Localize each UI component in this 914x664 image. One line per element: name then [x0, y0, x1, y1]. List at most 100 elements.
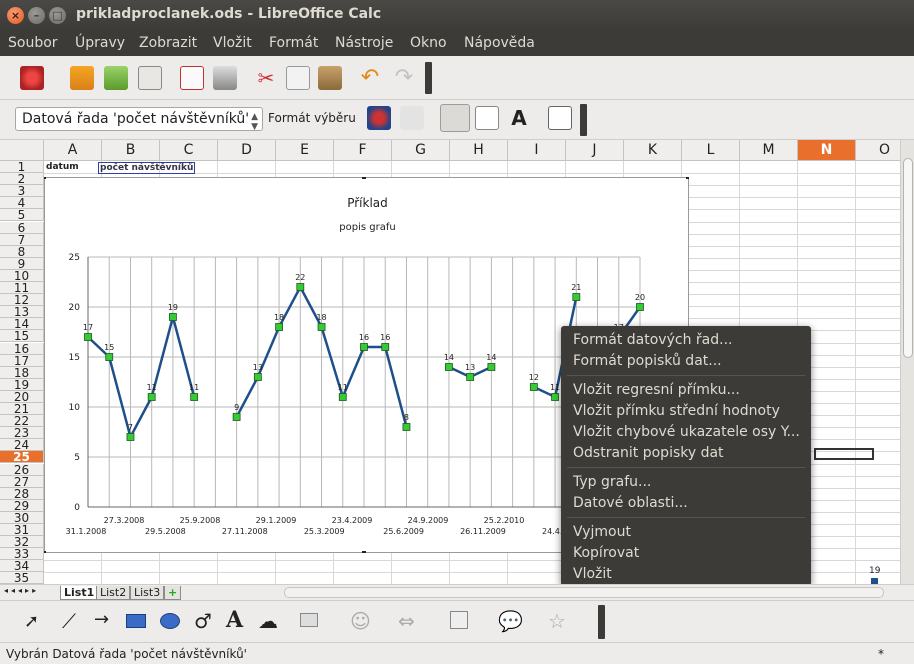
- row-header-6[interactable]: 6: [0, 221, 44, 234]
- toolbar-grip[interactable]: [598, 605, 605, 639]
- legend-icon[interactable]: [475, 106, 499, 130]
- ctx-insert-trend-line[interactable]: Vložit regresní přímku...: [573, 382, 740, 398]
- row-header-8[interactable]: 8: [0, 245, 44, 258]
- flowchart-icon[interactable]: [450, 611, 468, 629]
- column-header-a[interactable]: A: [44, 140, 102, 161]
- row-header-18[interactable]: 18: [0, 366, 44, 379]
- ctx-chart-type[interactable]: Typ grafu...: [573, 474, 651, 490]
- row-header-29[interactable]: 29: [0, 499, 44, 512]
- maximize-window-icon[interactable]: □: [49, 7, 66, 24]
- row-header-5[interactable]: 5: [0, 209, 44, 222]
- arrow-line-icon[interactable]: →: [94, 609, 109, 630]
- horizontal-grids-icon[interactable]: [440, 104, 470, 132]
- row-header-19[interactable]: 19: [0, 378, 44, 391]
- row-header-25[interactable]: 25: [0, 451, 44, 464]
- menu-upravy[interactable]: Úpravy: [75, 35, 125, 51]
- menu-nastroje[interactable]: Nástroje: [335, 35, 393, 51]
- menu-okno[interactable]: Okno: [410, 35, 447, 51]
- ctx-cut[interactable]: Vyjmout: [573, 524, 631, 540]
- toolbar-grip[interactable]: [425, 62, 432, 94]
- ctx-paste[interactable]: Vložit: [573, 566, 612, 582]
- text-icon[interactable]: A: [226, 607, 243, 633]
- copy-icon[interactable]: [286, 66, 310, 90]
- row-header-16[interactable]: 16: [0, 342, 44, 355]
- basic-shapes-icon[interactable]: [300, 613, 318, 627]
- ctx-format-data-series[interactable]: Formát datových řad...: [573, 332, 732, 348]
- row-header-9[interactable]: 9: [0, 257, 44, 270]
- row-header-7[interactable]: 7: [0, 233, 44, 246]
- column-header-f[interactable]: F: [334, 140, 392, 161]
- block-arrows-icon[interactable]: ⇔: [398, 609, 415, 633]
- callout-icon[interactable]: ☁: [258, 609, 278, 633]
- export-pdf-icon[interactable]: [180, 66, 204, 90]
- row-header-17[interactable]: 17: [0, 354, 44, 367]
- chart-element-select[interactable]: Datová řada 'počet návštěvníků' ▲ ▼: [15, 107, 263, 132]
- ctx-delete-data-labels[interactable]: Odstranit popisky dat: [573, 445, 724, 461]
- chart-type-icon[interactable]: [367, 106, 391, 130]
- cell-b1[interactable]: počet návštěvníků: [98, 162, 196, 174]
- ctx-insert-error-bars[interactable]: Vložit chybové ukazatele osy Y...: [573, 424, 800, 440]
- ctx-format-data-labels[interactable]: Formát popisků dat...: [573, 353, 722, 369]
- corner-select-all[interactable]: [0, 140, 44, 161]
- close-window-icon[interactable]: ×: [7, 7, 24, 24]
- ctx-insert-mean-line[interactable]: Vložit přímku střední hodnoty: [573, 403, 780, 419]
- column-header-b[interactable]: B: [102, 140, 160, 161]
- rectangle-icon[interactable]: [126, 614, 146, 628]
- paste-icon[interactable]: [318, 66, 342, 90]
- menu-zobrazit[interactable]: Zobrazit: [139, 35, 197, 51]
- minimize-window-icon[interactable]: –: [28, 7, 45, 24]
- row-header-15[interactable]: 15: [0, 330, 44, 343]
- undo-icon[interactable]: ↶: [358, 66, 382, 90]
- stars-icon[interactable]: ☆: [548, 609, 566, 633]
- column-header-d[interactable]: D: [218, 140, 276, 161]
- column-header-j[interactable]: J: [566, 140, 624, 161]
- callouts-icon[interactable]: 💬: [498, 609, 523, 633]
- print-icon[interactable]: [213, 66, 237, 90]
- column-header-n[interactable]: N: [798, 140, 856, 161]
- tab-nav-arrows-icon[interactable]: ◂◂◂▸▸: [4, 586, 39, 595]
- column-header-i[interactable]: I: [508, 140, 566, 161]
- symbol-shapes-icon[interactable]: ☺: [350, 609, 371, 633]
- line-icon[interactable]: ⟋: [62, 609, 76, 633]
- menu-soubor[interactable]: Soubor: [8, 35, 58, 51]
- save-icon[interactable]: [104, 66, 128, 90]
- add-sheet-icon[interactable]: +: [164, 586, 182, 600]
- column-header-g[interactable]: G: [392, 140, 450, 161]
- column-header-h[interactable]: H: [450, 140, 508, 161]
- vertical-scrollbar[interactable]: [900, 140, 914, 584]
- sheet-tab-list2[interactable]: List2: [96, 586, 131, 600]
- data-point-marker: [317, 323, 326, 331]
- format-selection-button[interactable]: Formát výběru: [268, 111, 356, 125]
- column-header-m[interactable]: M: [740, 140, 798, 161]
- row-header-27[interactable]: 27: [0, 475, 44, 488]
- sheet-tab-list3[interactable]: List3: [130, 586, 165, 600]
- select-pointer-icon[interactable]: ➚: [24, 611, 39, 632]
- sheet-tab-list1[interactable]: List1: [60, 586, 99, 600]
- ellipse-icon[interactable]: [160, 613, 180, 629]
- data-table-icon[interactable]: [400, 106, 424, 130]
- ctx-copy[interactable]: Kopírovat: [573, 545, 639, 561]
- column-header-e[interactable]: E: [276, 140, 334, 161]
- row-header-35[interactable]: 35: [0, 572, 44, 585]
- cut-icon[interactable]: ✂: [254, 66, 278, 90]
- freeform-icon[interactable]: ♂: [194, 609, 212, 633]
- scale-text-icon[interactable]: A: [507, 106, 531, 130]
- email-icon[interactable]: [138, 66, 162, 90]
- toolbar-grip[interactable]: [580, 104, 587, 136]
- column-header-k[interactable]: K: [624, 140, 682, 161]
- automatic-layout-icon[interactable]: [548, 106, 572, 130]
- menu-vlozit[interactable]: Vložit: [213, 35, 252, 51]
- menu-format[interactable]: Formát: [269, 35, 318, 51]
- vertical-scroll-thumb[interactable]: [903, 158, 913, 358]
- menu-napoveda[interactable]: Nápověda: [464, 35, 535, 51]
- row-header-28[interactable]: 28: [0, 487, 44, 500]
- new-document-icon[interactable]: [20, 66, 44, 90]
- column-header-c[interactable]: C: [160, 140, 218, 161]
- ctx-data-ranges[interactable]: Datové oblasti...: [573, 495, 688, 511]
- open-folder-icon[interactable]: [70, 66, 94, 90]
- redo-icon[interactable]: ↷: [392, 66, 416, 90]
- column-header-l[interactable]: L: [682, 140, 740, 161]
- cell-a1[interactable]: datum: [46, 162, 79, 172]
- row-header-26[interactable]: 26: [0, 463, 44, 476]
- horizontal-scrollbar[interactable]: [284, 587, 884, 598]
